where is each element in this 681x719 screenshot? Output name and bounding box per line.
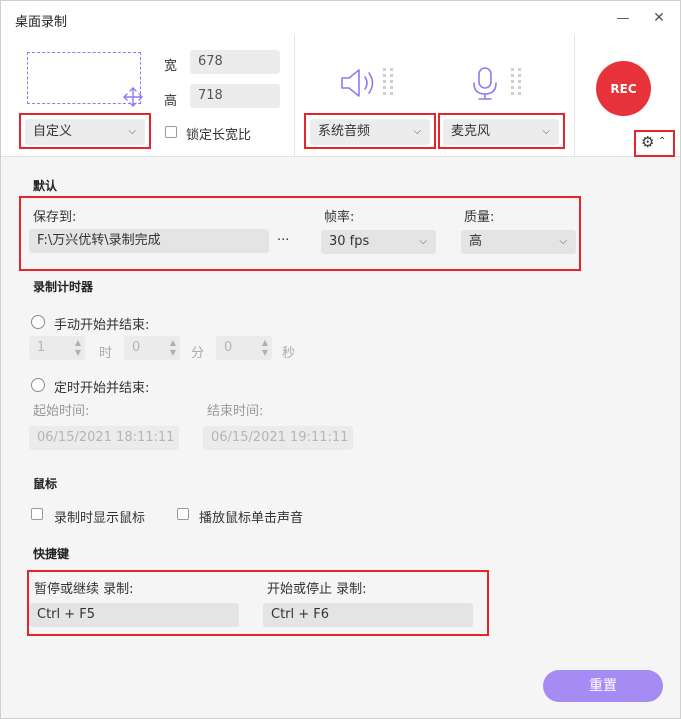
start-time-label: 起始时间: [33,404,90,419]
highlight-box [438,113,565,149]
highlight-box [634,130,675,157]
timer-section-title: 录制计时器 [33,280,94,294]
scheduled-timer-radio[interactable] [31,378,45,392]
minimize-icon: — [616,10,630,26]
record-button[interactable]: REC [596,61,651,116]
seconds-stepper[interactable]: 0 ▲ ▼ [216,336,272,360]
width-label: 宽 [164,59,178,74]
minutes-value: 0 [132,340,141,355]
start-time-field[interactable]: 06/15/2021 18:11:11 [29,426,179,450]
speaker-icon[interactable] [339,66,379,100]
end-time-field[interactable]: 06/15/2021 19:11:11 [203,426,353,450]
seconds-value: 0 [224,340,233,355]
mic-level-icon [511,68,521,95]
manual-timer-label: 手动开始并结束: [54,318,150,333]
move-arrows-icon[interactable] [122,86,144,108]
close-icon: ✕ [653,10,665,26]
click-sound-label: 播放鼠标单击声音 [199,511,304,526]
close-button[interactable]: ✕ [645,5,673,31]
highlight-box [19,196,581,271]
height-label: 高 [164,94,178,109]
mouse-section-title: 鼠标 [33,477,58,491]
manual-timer-radio[interactable] [31,315,45,329]
show-cursor-label: 录制时显示鼠标 [54,511,146,526]
microphone-icon[interactable] [471,66,499,102]
divider [294,35,295,157]
hours-value: 1 [37,340,46,355]
reset-button[interactable]: 重置 [543,670,663,702]
stepper-arrows-icon[interactable]: ▲ ▼ [75,338,81,358]
hotkeys-section-title: 快捷键 [33,547,70,561]
seconds-unit: 秒 [282,346,296,361]
highlight-box [27,570,489,636]
defaults-section-title: 默认 [33,179,58,193]
stepper-arrows-icon[interactable]: ▲ ▼ [262,338,268,358]
lock-ratio-label: 锁定长宽比 [186,128,252,143]
minutes-stepper[interactable]: 0 ▲ ▼ [124,336,180,360]
minutes-unit: 分 [191,346,205,361]
height-input[interactable]: 718 [190,84,280,108]
capture-settings-panel: 宽 678 高 718 自定义 ⌵ 锁定长宽比 系统音频 ⌵ 麦克风 ⌵ REC… [1,35,680,157]
width-input[interactable]: 678 [190,50,280,74]
scheduled-timer-label: 定时开始并结束: [54,381,150,396]
desktop-recording-window: 桌面录制 — ✕ 宽 678 高 718 自定义 ⌵ 锁定长宽比 系统音频 ⌵ … [0,0,681,719]
highlight-box [304,113,436,149]
hours-unit: 时 [99,346,113,361]
divider [574,35,575,157]
lock-ratio-checkbox[interactable] [165,126,177,138]
highlight-box [19,113,151,149]
title-bar: 桌面录制 — ✕ [1,1,680,35]
minimize-button[interactable]: — [609,5,637,31]
show-cursor-checkbox[interactable] [31,508,43,520]
end-time-label: 结束时间: [207,404,264,419]
hours-stepper[interactable]: 1 ▲ ▼ [29,336,85,360]
stepper-arrows-icon[interactable]: ▲ ▼ [170,338,176,358]
window-title: 桌面录制 [15,15,68,30]
click-sound-checkbox[interactable] [177,508,189,520]
volume-level-icon [383,68,393,95]
